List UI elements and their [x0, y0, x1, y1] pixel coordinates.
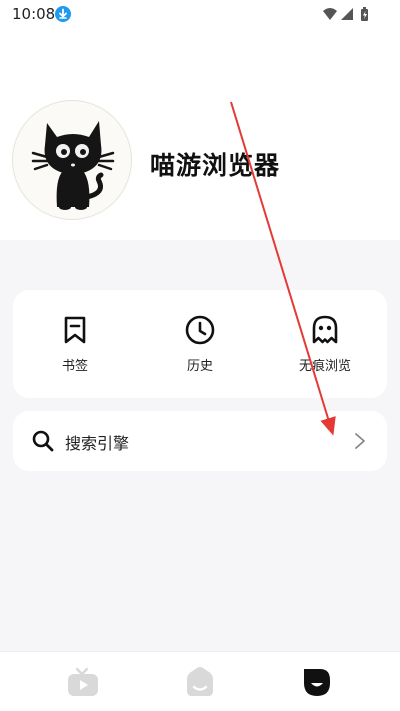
- bottom-nav: [0, 651, 400, 711]
- clock-icon: [185, 315, 215, 345]
- chevron-right-icon: [355, 433, 365, 449]
- download-icon: [55, 6, 71, 22]
- home-icon[interactable]: [183, 666, 217, 698]
- header-area: 10:08 喵游浏览器: [0, 0, 400, 240]
- bookmark-icon: [64, 316, 86, 344]
- status-bar: 10:08: [0, 0, 400, 28]
- bookmark-label: 书签: [61, 359, 88, 374]
- search-icon: [32, 430, 54, 452]
- status-time: 10:08: [12, 5, 56, 23]
- history-button[interactable]: 历史: [138, 290, 262, 398]
- search-engine-row[interactable]: 搜索引擎: [13, 411, 387, 471]
- tv-icon[interactable]: [66, 666, 100, 698]
- wifi-icon: [323, 8, 337, 20]
- quick-actions-card: 书签 历史 无痕浏览: [13, 290, 387, 398]
- avatar[interactable]: [12, 100, 132, 220]
- black-cat-avatar: [31, 121, 115, 210]
- bookmark-button[interactable]: 书签: [13, 290, 137, 398]
- incognito-label: 无痕浏览: [298, 359, 351, 374]
- app-name: 喵游浏览器: [150, 151, 281, 180]
- history-label: 历史: [186, 359, 213, 374]
- screen: 10:08 喵游浏览器 书签 历史 无痕浏览 搜索引擎: [0, 0, 400, 711]
- status-icons: [323, 7, 368, 21]
- incognito-button[interactable]: 无痕浏览: [263, 290, 387, 398]
- search-engine-label: 搜索引擎: [65, 434, 130, 453]
- ghost-icon: [312, 315, 338, 344]
- battery-icon: [361, 7, 368, 21]
- profile-icon[interactable]: [300, 666, 334, 698]
- signal-icon: [341, 8, 353, 20]
